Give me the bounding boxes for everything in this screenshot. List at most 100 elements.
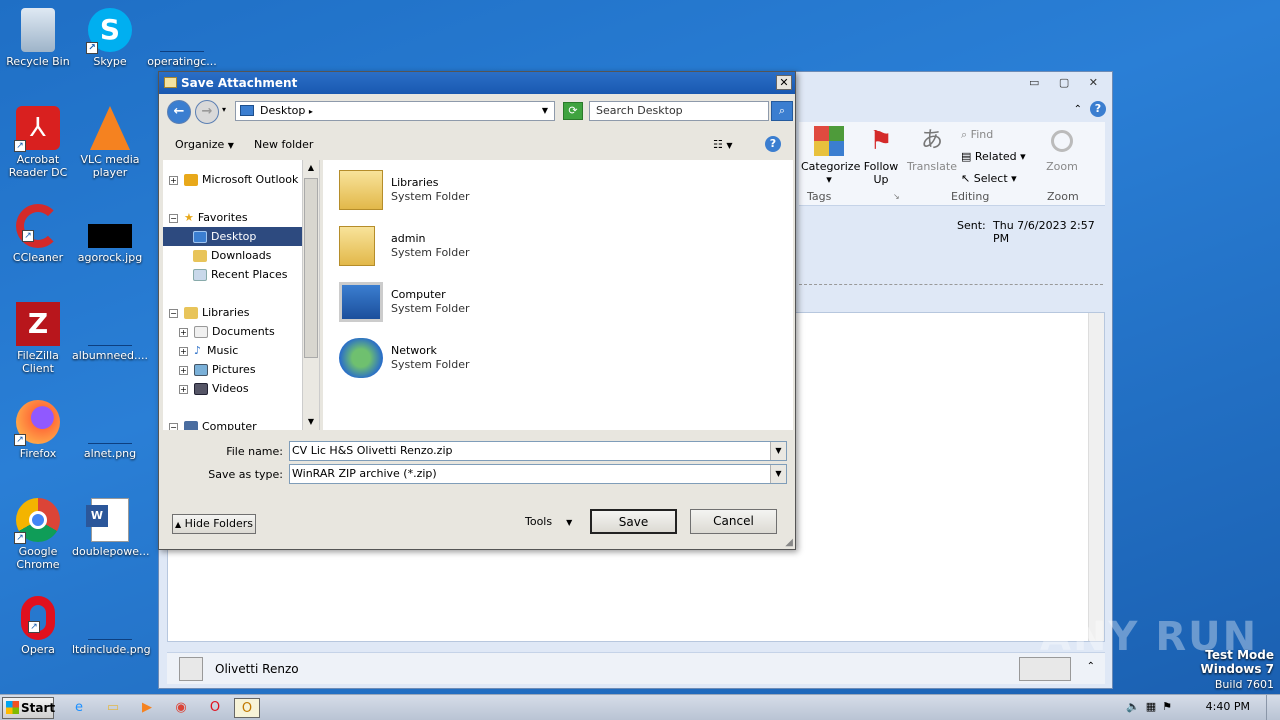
desktop-icon-opera[interactable]: ↗ Opera (0, 596, 76, 656)
expand-icon[interactable]: + (179, 327, 188, 337)
desktop-icon-vlc[interactable]: VLC media player (72, 106, 148, 179)
resize-grip-icon[interactable]: ◢ (785, 537, 793, 548)
desktop-icon-acrobat[interactable]: ⅄ ↗ Acrobat Reader DC (0, 106, 76, 179)
cancel-button[interactable]: Cancel (690, 509, 777, 534)
desktop-icon-alnet[interactable]: alnet.png (72, 400, 148, 460)
search-icon[interactable]: ⌕ (771, 101, 793, 121)
dialog-title-bar[interactable]: Save Attachment (159, 72, 795, 94)
image-icon (88, 596, 132, 640)
save-type-select[interactable]: WinRAR ZIP archive (*.zip) ▼ (289, 464, 787, 484)
organize-button[interactable]: Organize ▼ (175, 138, 234, 151)
desktop-icon-albumneed[interactable]: albumneed.... (72, 302, 148, 362)
media-player-icon[interactable]: ▶ (134, 698, 160, 718)
ie-icon[interactable]: e (66, 698, 92, 718)
opera-icon[interactable]: O (202, 698, 228, 718)
forward-button[interactable]: → (195, 100, 219, 124)
nav-item-computer[interactable]: − Computer (169, 417, 257, 430)
scroll-thumb[interactable] (304, 178, 318, 358)
expand-icon[interactable]: ⌃ (1087, 661, 1095, 672)
desktop-icon-doublepowe[interactable]: W doublepowe... (72, 498, 149, 558)
file-item-computer[interactable]: Computer System Folder (339, 276, 539, 326)
contact-icons[interactable] (1019, 657, 1071, 681)
outlook-icon[interactable]: O (234, 698, 260, 718)
desktop-icon-label: Acrobat Reader DC (8, 153, 68, 179)
sender-name[interactable]: Olivetti Renzo (215, 662, 299, 676)
desktop-icon-label: Skype (93, 55, 127, 68)
back-button[interactable]: ← (167, 100, 191, 124)
zoom-button[interactable]: Zoom (1037, 126, 1087, 173)
collapse-icon[interactable]: − (169, 308, 178, 318)
libraries-icon (184, 307, 198, 319)
history-dropdown-icon[interactable]: ▾ (222, 105, 226, 114)
ribbon-collapse-icon[interactable]: ⌃ (1074, 104, 1082, 115)
desktop-icon-label: Opera (21, 643, 55, 656)
desktop-icon-skype[interactable]: S ↗ Skype (72, 8, 148, 68)
windows-version-line: Windows 7 (1200, 662, 1274, 676)
system-tray-icons[interactable]: 🔈▦⚑ (1126, 700, 1178, 713)
address-dropdown-icon[interactable]: ▼ (542, 102, 548, 120)
follow-up-button[interactable]: ⚑ Follow Up (859, 126, 903, 186)
file-item-network[interactable]: Network System Folder (339, 332, 539, 382)
tools-button[interactable]: Tools ▼ (525, 515, 572, 528)
save-type-dropdown-icon[interactable]: ▼ (770, 465, 786, 483)
nav-item-microsoft-outlook[interactable]: + Microsoft Outlook (169, 170, 298, 189)
help-icon[interactable]: ? (765, 136, 781, 152)
desktop-icon-agorock[interactable]: agorock.jpg (72, 204, 148, 264)
view-options-icon[interactable]: ☷ ▼ (713, 138, 733, 151)
desktop-icon-ccleaner[interactable]: ↗ CCleaner (0, 204, 76, 264)
save-button[interactable]: Save (590, 509, 677, 534)
nav-item-desktop[interactable]: Desktop (163, 227, 303, 246)
computer-icon (339, 282, 383, 322)
expand-icon[interactable]: + (179, 384, 188, 394)
expand-icon[interactable]: + (169, 175, 178, 185)
tags-group-label: Tags (807, 190, 832, 203)
nav-item-documents[interactable]: + Documents (179, 322, 275, 341)
clock[interactable]: 4:40 PM (1206, 700, 1250, 713)
nav-item-libraries[interactable]: − Libraries (169, 303, 250, 322)
help-icon[interactable]: ? (1090, 101, 1106, 117)
file-item-admin[interactable]: admin System Folder (339, 220, 539, 270)
desktop-icon-filezilla[interactable]: Z FileZilla Client (0, 302, 76, 375)
nav-item-videos[interactable]: + Videos (179, 379, 249, 398)
select-button[interactable]: ↖ Select ▾ (961, 170, 1017, 188)
show-desktop-button[interactable] (1266, 695, 1280, 720)
nav-item-downloads[interactable]: Downloads (193, 246, 271, 265)
message-scrollbar[interactable] (1088, 313, 1104, 641)
desktop-icon-ltdinclude[interactable]: ltdinclude.png (72, 596, 151, 656)
collapse-icon[interactable]: − (169, 422, 178, 430)
desktop-icon-chrome[interactable]: ↗ Google Chrome (0, 498, 76, 571)
expand-icon[interactable]: + (179, 365, 188, 375)
expand-icon[interactable]: + (179, 346, 188, 356)
close-button[interactable]: ✕ (776, 75, 792, 90)
explorer-icon[interactable]: ▭ (100, 698, 126, 718)
chrome-icon[interactable]: ◉ (168, 698, 194, 718)
desktop-icon-recycle-bin[interactable]: Recycle Bin (0, 8, 76, 68)
start-button[interactable]: Start (2, 697, 55, 719)
file-name-dropdown-icon[interactable]: ▼ (770, 442, 786, 460)
nav-item-recent-places[interactable]: Recent Places (193, 265, 288, 284)
translate-button[interactable]: あ Translate (907, 126, 957, 173)
file-item-libraries[interactable]: Libraries System Folder (339, 164, 539, 214)
nav-item-favorites[interactable]: − ★ Favorites (169, 208, 248, 227)
dialog-title: Save Attachment (181, 76, 298, 90)
nav-item-music[interactable]: + ♪ Music (179, 341, 238, 360)
file-name-input[interactable]: CV Lic H&S Olivetti Renzo.zip ▼ (289, 441, 787, 461)
new-folder-button[interactable]: New folder (254, 138, 313, 151)
hide-folders-button[interactable]: ▲ Hide Folders (172, 514, 256, 534)
address-box[interactable]: Desktop ▸ ▼ (235, 101, 555, 121)
categorize-button[interactable]: Categorize ▾ (801, 126, 860, 186)
desktop-icon-operatingc[interactable]: operatingc... (144, 8, 220, 68)
nav-item-pictures[interactable]: + Pictures (179, 360, 256, 379)
breadcrumb-arrow-icon[interactable]: ▸ (309, 107, 313, 116)
find-button[interactable]: ⌕ Find (961, 126, 993, 144)
window-controls[interactable]: ▭ ▢ ✕ (1029, 76, 1106, 89)
refresh-button[interactable]: ⟳ (563, 102, 583, 120)
navigation-scrollbar[interactable]: ▲ ▼ (302, 160, 319, 430)
scroll-down-icon[interactable]: ▼ (303, 414, 319, 430)
desktop-icon-firefox[interactable]: ↗ Firefox (0, 400, 76, 460)
search-input[interactable]: Search Desktop (589, 101, 769, 121)
scroll-up-icon[interactable]: ▲ (303, 160, 319, 176)
tags-dialog-launcher-icon[interactable]: ↘ (893, 192, 900, 201)
collapse-icon[interactable]: − (169, 213, 178, 223)
related-button[interactable]: ▤ Related ▾ (961, 148, 1026, 166)
